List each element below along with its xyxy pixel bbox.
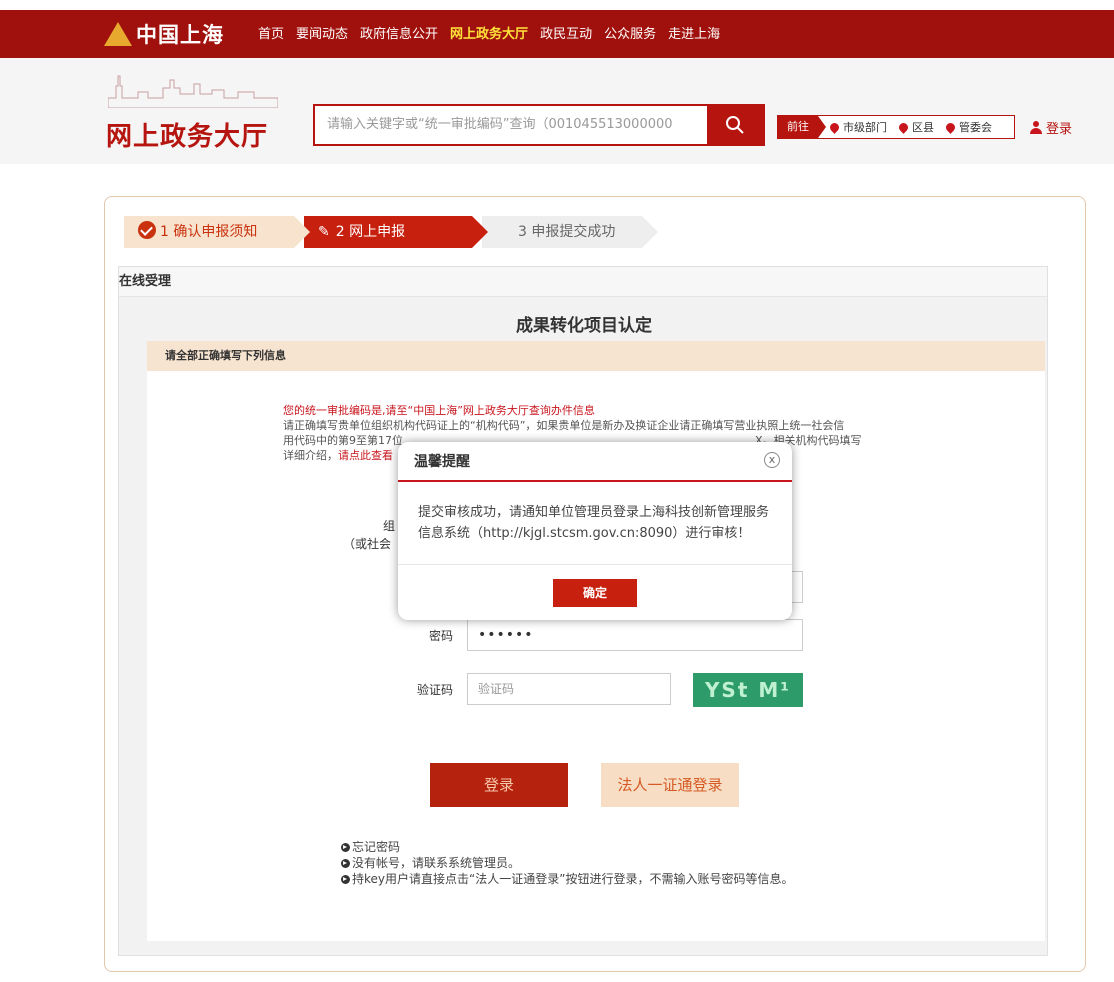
skyline-icon — [108, 75, 278, 108]
top-bar: 中国上海 首页 要闻动态 政府信息公开 网上政务大厅 政民互动 公众服务 走进上… — [0, 10, 1114, 58]
section-heading: 在线受理 — [119, 267, 1047, 297]
goto-item-label: 市级部门 — [843, 121, 887, 134]
close-icon[interactable]: x — [764, 452, 780, 468]
notice-line: 您的统一审批编码是,请至“中国上海”网上政务大厅查询办件信息 — [283, 404, 595, 417]
form-title: 成果转化项目认定 — [516, 316, 652, 336]
nav-news[interactable]: 要闻动态 — [296, 23, 348, 42]
header-login-label: 登录 — [1046, 122, 1073, 137]
goto-districts[interactable]: 区县 — [897, 119, 934, 135]
arrow-bullet-icon — [341, 874, 350, 884]
notice-fragment: 详细介绍， — [283, 449, 338, 462]
search-button[interactable] — [707, 106, 763, 144]
step-submit-success: 3 申报提交成功 — [482, 216, 658, 248]
search-input[interactable]: 请输入关键字或“统一审批编码”查询（001045513000000 — [315, 106, 707, 144]
search-icon — [726, 116, 744, 134]
arrow-bullet-icon — [341, 858, 350, 868]
goto-city-depts[interactable]: 市级部门 — [828, 119, 887, 135]
notice-fragment: 用代码中的第9至第17位 — [283, 434, 403, 447]
tip-text: 持key用户请直接点击“法人一证通登录”按钮进行登录，不需输入账号密码等信息。 — [352, 872, 794, 886]
logo-mark-icon — [104, 22, 132, 46]
nav-about-shanghai[interactable]: 走进上海 — [668, 23, 720, 42]
captcha-input[interactable]: 验证码 — [467, 673, 671, 705]
location-pin-icon — [897, 120, 910, 134]
nav-home[interactable]: 首页 — [258, 23, 284, 42]
password-input[interactable]: •••••• — [467, 619, 803, 651]
captcha-label: 验证码 — [417, 683, 454, 697]
goto-item-label: 管委会 — [959, 121, 992, 134]
notice-details-link[interactable]: 请点此查看 — [338, 449, 393, 462]
progress-steps: 1 确认申报须知 ✎ 2 网上申报 3 申报提交成功 — [124, 216, 658, 248]
tip-text: 忘记密码 — [352, 840, 401, 854]
hall-title: 网上政务大厅 — [106, 122, 269, 152]
step-label: 3 申报提交成功 — [518, 224, 616, 240]
dialog-title: 温馨提醒 — [414, 454, 470, 470]
goto-committees[interactable]: 管委会 — [944, 119, 992, 135]
search-bar: 请输入关键字或“统一审批编码”查询（001045513000000 — [313, 104, 765, 146]
dialog-footer: 确定 — [398, 564, 792, 618]
location-pin-icon — [828, 120, 841, 134]
notice-line: 请正确填写贵单位组织机构代码证上的“机构代码”，如果贵单位是新办及换证企业请正确… — [283, 419, 845, 432]
login-button[interactable]: 登录 — [430, 763, 568, 807]
goto-item-label: 区县 — [912, 121, 934, 134]
tip-item: 持key用户请直接点击“法人一证通登录”按钮进行登录，不需输入账号密码等信息。 — [341, 871, 793, 887]
arrow-bullet-icon — [341, 842, 350, 852]
nav-online-hall[interactable]: 网上政务大厅 — [450, 23, 528, 42]
tips-list: 忘记密码 没有帐号，请联系系统管理员。 持key用户请直接点击“法人一证通登录”… — [341, 839, 793, 887]
header-login-link[interactable]: 登录 — [1030, 118, 1072, 137]
pencil-icon: ✎ — [318, 224, 330, 240]
goto-label: 前往 — [778, 116, 826, 138]
form-subheading: 请全部正确填写下列信息 — [147, 341, 1045, 371]
tip-item: 没有帐号，请联系系统管理员。 — [341, 855, 793, 871]
location-pin-icon — [944, 120, 957, 134]
reminder-dialog: 温馨提醒 x 提交审核成功，请通知单位管理员登录上海科技创新管理服务信息系统（h… — [398, 442, 792, 620]
forgot-password-link[interactable]: 忘记密码 — [341, 839, 793, 855]
confirm-button[interactable]: 确定 — [553, 579, 637, 607]
nav-interaction[interactable]: 政民互动 — [540, 23, 592, 42]
dialog-header: 温馨提醒 x — [398, 442, 792, 482]
logo-text: 中国上海 — [136, 23, 224, 47]
nav-public-service[interactable]: 公众服务 — [604, 23, 656, 42]
top-nav: 首页 要闻动态 政府信息公开 网上政务大厅 政民互动 公众服务 走进上海 — [258, 23, 732, 42]
site-logo[interactable]: 中国上海 — [104, 20, 224, 48]
captcha-image[interactable]: YSt M¹ — [693, 673, 803, 707]
goto-bar: 前往 市级部门 区县 管委会 — [777, 115, 1015, 139]
dialog-message: 提交审核成功，请通知单位管理员登录上海科技创新管理服务信息系统（http://k… — [418, 505, 770, 541]
step-label: 1 确认申报须知 — [160, 224, 258, 240]
nav-gov-info[interactable]: 政府信息公开 — [360, 23, 438, 42]
legal-person-login-button[interactable]: 法人一证通登录 — [601, 763, 739, 807]
check-icon — [138, 221, 156, 239]
org-code-sublabel: （或社会 — [343, 537, 392, 551]
step-confirm-notice: 1 确认申报须知 — [124, 216, 310, 248]
password-label: 密码 — [429, 629, 454, 643]
step-online-apply: ✎ 2 网上申报 — [304, 216, 488, 248]
step-label: 2 网上申报 — [335, 224, 406, 240]
org-code-label: 组 — [383, 519, 396, 533]
tip-text: 没有帐号，请联系系统管理员。 — [352, 856, 521, 870]
user-icon — [1030, 121, 1042, 134]
